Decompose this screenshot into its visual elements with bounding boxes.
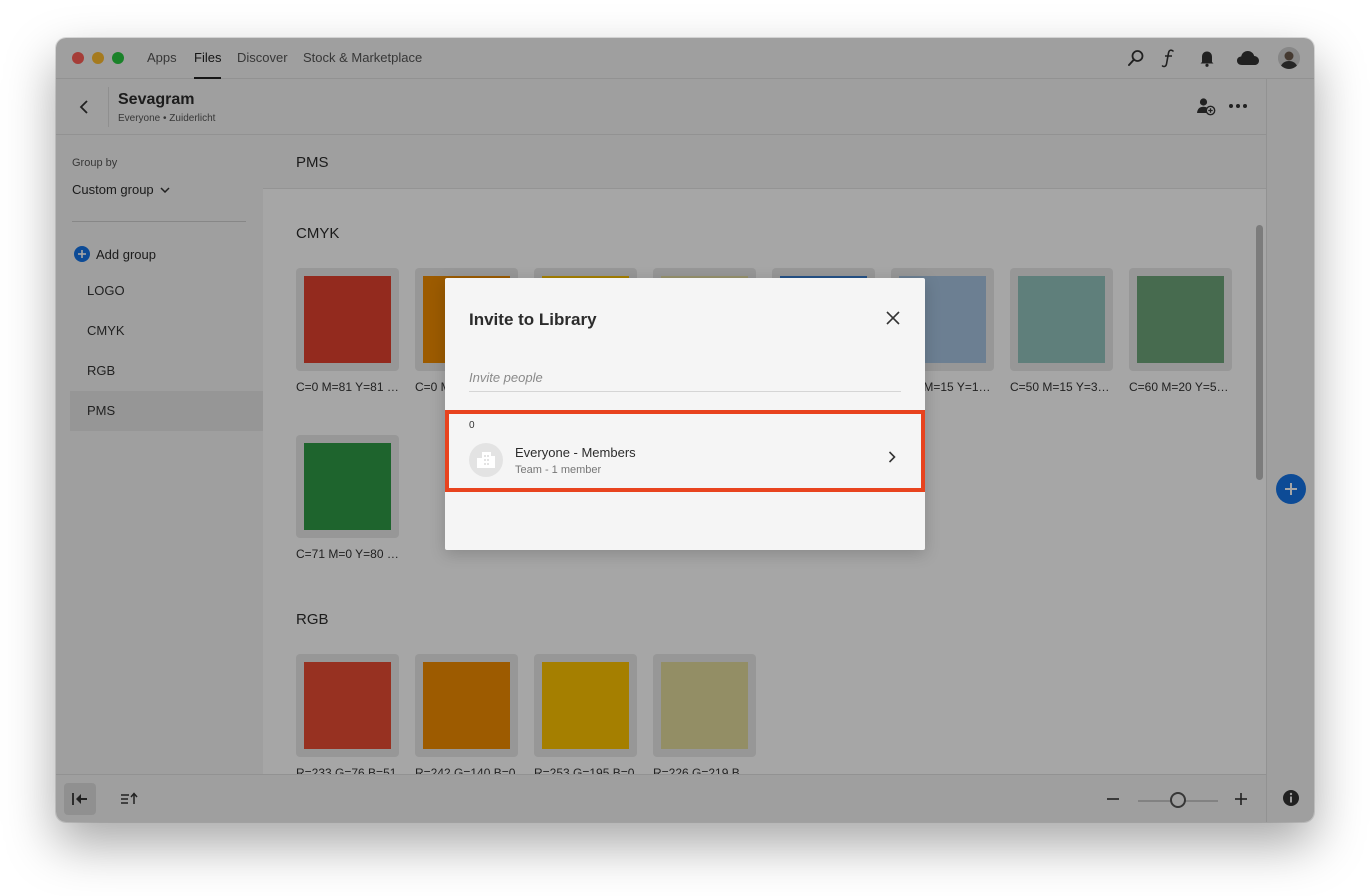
team-meta: Team - 1 member — [515, 464, 602, 476]
team-name: Everyone - Members — [515, 445, 636, 460]
modal-title: Invite to Library — [469, 310, 597, 329]
member-count: 0 — [469, 420, 475, 431]
close-modal-button[interactable] — [883, 308, 903, 328]
invite-people-input[interactable] — [469, 364, 901, 392]
building-icon — [477, 452, 495, 468]
team-avatar — [469, 443, 503, 477]
chevron-right-icon — [885, 450, 899, 464]
invite-modal: Invite to Library 0 Everyone - Members T… — [445, 278, 925, 550]
team-member-row[interactable]: 0 Everyone - Members Team - 1 member — [445, 410, 925, 492]
close-icon — [886, 311, 900, 325]
